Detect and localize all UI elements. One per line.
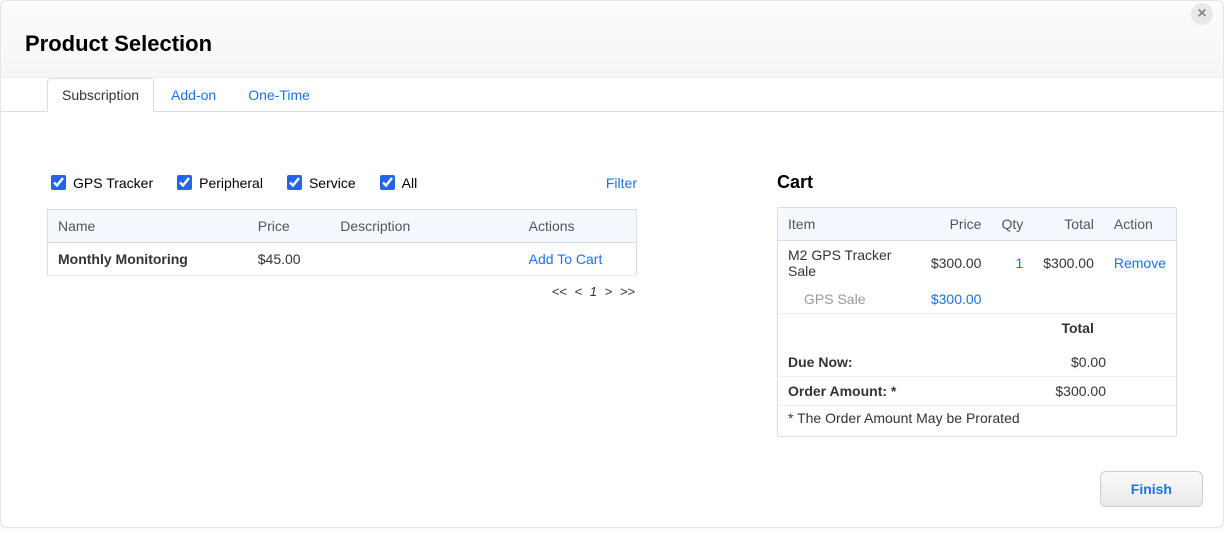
pager-last[interactable]: >>: [618, 284, 637, 299]
col-description: Description: [330, 210, 518, 243]
product-list-panel: GPS Tracker Peripheral Service All Filte…: [47, 172, 637, 299]
cart-sub-price[interactable]: $300.00: [931, 291, 982, 307]
pager-next[interactable]: >: [603, 284, 615, 299]
modal-footer: Finish: [1, 457, 1223, 527]
cart-item-total: $300.00: [1033, 241, 1104, 286]
cart-row: M2 GPS Tracker Sale $300.00 1 $300.00 Re…: [778, 241, 1176, 286]
pager-page: 1: [588, 284, 599, 299]
cart-footnote: * The Order Amount May be Prorated: [778, 406, 1176, 436]
filter-link[interactable]: Filter: [606, 175, 637, 191]
cart-col-item: Item: [778, 208, 921, 241]
filter-label: GPS Tracker: [73, 175, 153, 191]
cart-total-row: Total: [778, 314, 1176, 343]
filter-service[interactable]: Service: [283, 172, 356, 193]
checkbox-peripheral[interactable]: [177, 175, 192, 190]
cart-sub-item: GPS Sale: [778, 285, 921, 314]
page-title: Product Selection: [25, 31, 1199, 57]
finish-button[interactable]: Finish: [1100, 471, 1203, 507]
order-amount-value: $300.00: [996, 377, 1116, 406]
cart-item-name: M2 GPS Tracker Sale: [778, 241, 921, 286]
close-icon: ×: [1197, 5, 1206, 22]
product-selection-modal: × Product Selection Subscription Add-on …: [0, 0, 1224, 528]
pager: << < 1 > >>: [47, 284, 637, 299]
checkbox-gps-tracker[interactable]: [51, 175, 66, 190]
cart-item-qty[interactable]: 1: [1015, 255, 1023, 271]
product-name: Monthly Monitoring: [48, 243, 248, 276]
filter-row: GPS Tracker Peripheral Service All Filte…: [47, 172, 637, 193]
cart-col-action: Action: [1104, 208, 1176, 241]
due-now-label: Due Now:: [778, 348, 996, 377]
pager-first[interactable]: <<: [550, 284, 569, 299]
product-price: $45.00: [248, 243, 330, 276]
cart-box: Item Price Qty Total Action M2 GPS Track…: [777, 207, 1177, 437]
cart-col-qty: Qty: [991, 208, 1033, 241]
pager-prev[interactable]: <: [573, 284, 585, 299]
filter-peripheral[interactable]: Peripheral: [173, 172, 263, 193]
cart-col-price: Price: [921, 208, 992, 241]
tabs: Subscription Add-on One-Time: [47, 78, 1223, 112]
col-price: Price: [248, 210, 330, 243]
checkbox-service[interactable]: [287, 175, 302, 190]
filter-gps-tracker[interactable]: GPS Tracker: [47, 172, 153, 193]
order-amount-label: Order Amount: *: [778, 377, 996, 406]
filter-label: Peripheral: [199, 175, 263, 191]
close-button[interactable]: ×: [1191, 3, 1213, 25]
products-table: Name Price Description Actions Monthly M…: [47, 209, 637, 276]
col-name: Name: [48, 210, 248, 243]
filter-all[interactable]: All: [376, 172, 418, 193]
filter-label: Service: [309, 175, 356, 191]
cart-summary: Due Now: $0.00 Order Amount: * $300.00: [778, 348, 1176, 406]
cart-col-total: Total: [1033, 208, 1104, 241]
col-actions: Actions: [519, 210, 637, 243]
cart-item-price: $300.00: [921, 241, 992, 286]
add-to-cart-link[interactable]: Add To Cart: [529, 251, 603, 267]
cart-table: Item Price Qty Total Action M2 GPS Track…: [778, 208, 1176, 342]
due-now-value: $0.00: [996, 348, 1116, 377]
product-row: Monthly Monitoring $45.00 Add To Cart: [48, 243, 637, 276]
cart-panel: Cart Item Price Qty Total Action: [777, 172, 1177, 437]
modal-header: × Product Selection: [1, 1, 1223, 78]
product-description: [330, 243, 518, 276]
cart-total-label: Total: [1033, 314, 1104, 343]
tab-subscription[interactable]: Subscription: [47, 78, 154, 112]
cart-sub-row: GPS Sale $300.00: [778, 285, 1176, 314]
checkbox-all[interactable]: [380, 175, 395, 190]
tab-content: GPS Tracker Peripheral Service All Filte…: [1, 111, 1223, 457]
filter-label: All: [402, 175, 418, 191]
tab-one-time[interactable]: One-Time: [233, 78, 325, 112]
cart-title: Cart: [777, 172, 1177, 193]
tab-add-on[interactable]: Add-on: [156, 78, 231, 112]
remove-link[interactable]: Remove: [1114, 255, 1166, 271]
